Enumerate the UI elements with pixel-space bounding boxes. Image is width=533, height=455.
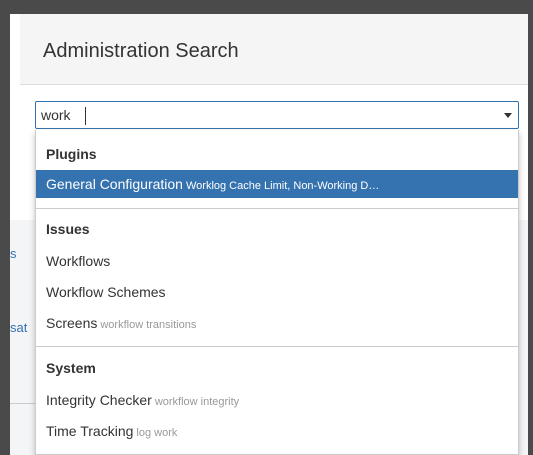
result-label: Time Tracking	[46, 423, 134, 439]
result-label: Workflow Schemes	[46, 284, 166, 300]
result-description: log work	[136, 427, 178, 439]
result-description: Worklog Cache Limit, Non-Working D…	[185, 180, 380, 192]
group-divider	[36, 346, 518, 347]
group-heading-issues: Issues	[46, 221, 90, 237]
background-link-fragment: s	[10, 246, 17, 261]
result-label: General Configuration	[46, 176, 183, 192]
chevron-down-icon[interactable]	[504, 113, 512, 118]
modal-overlay-top	[0, 0, 533, 14]
search-input[interactable]	[41, 104, 481, 126]
search-results-dropdown: Plugins General Configuration Worklog Cac…	[35, 130, 519, 455]
result-workflows[interactable]: Workflows	[36, 247, 518, 275]
result-label: Screens	[46, 315, 98, 331]
background-divider	[10, 403, 35, 404]
modal-overlay-left	[0, 14, 10, 455]
result-workflow-schemes[interactable]: Workflow Schemes	[36, 278, 518, 306]
group-divider	[36, 208, 518, 209]
result-screens[interactable]: Screens workflow transitions	[36, 309, 518, 337]
result-integrity-checker[interactable]: Integrity Checker workflow integrity	[36, 386, 518, 414]
result-time-tracking[interactable]: Time Tracking log work	[36, 417, 518, 445]
result-description: workflow transitions	[100, 319, 197, 331]
result-description: workflow integrity	[154, 396, 240, 408]
dialog-title: Administration Search	[43, 40, 239, 62]
result-general-configuration[interactable]: General Configuration Worklog Cache Limit…	[36, 170, 518, 198]
modal-overlay-right	[528, 14, 533, 455]
result-label: Integrity Checker	[46, 392, 152, 408]
result-label: Workflows	[46, 253, 111, 269]
background-link-fragment: sat	[10, 320, 28, 335]
text-cursor	[85, 107, 86, 125]
group-heading-system: System	[46, 360, 96, 376]
dialog-header: Administration Search	[20, 14, 528, 85]
admin-search-combobox[interactable]	[35, 101, 519, 129]
group-heading-plugins: Plugins	[46, 146, 97, 162]
